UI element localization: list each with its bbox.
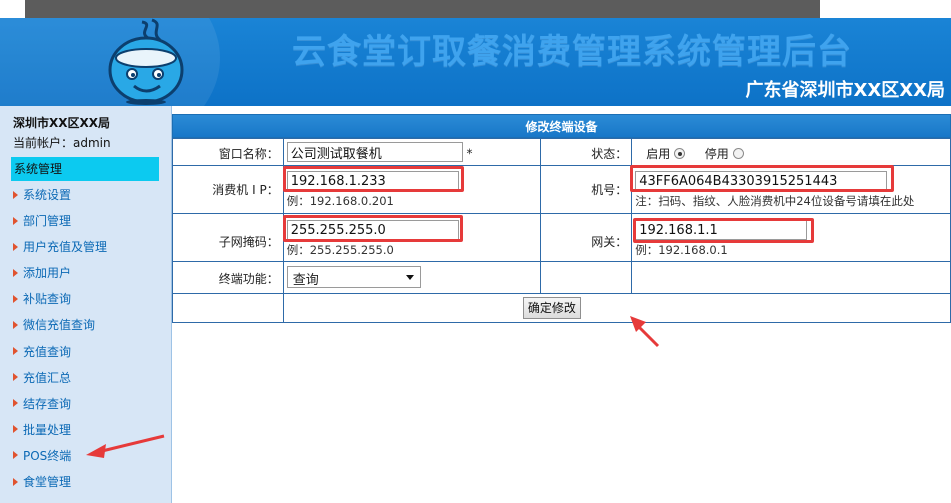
bullet-icon [13,451,18,460]
terminal-function-select[interactable]: 查询 [286,266,421,288]
required-mark: * [466,146,473,161]
gateway-input[interactable] [635,220,808,240]
status-enabled-label: 启用 [646,147,671,161]
sidebar-section-system[interactable]: 系统管理 [11,157,159,181]
edit-terminal-form: 窗口名称： * 状态： 启用 停用 消费机 I P： 例：192.168.0.2… [172,138,951,323]
sidebar-item-batch[interactable]: 批量处理 [13,421,163,447]
gateway-hint: 例：192.168.0.1 [635,243,728,257]
bullet-icon [13,425,18,434]
sidebar-item-recharge-summary[interactable]: 充值汇总 [13,369,163,395]
sidebar-item-balance-query[interactable]: 结存查询 [13,395,163,421]
sidebar-item-subsidy-query[interactable]: 补贴查询 [13,290,163,316]
top-bar [0,0,951,18]
status-label: 状态： [540,138,633,166]
current-account: 当前帐户：admin [13,136,111,150]
header-banner: 云食堂订取餐消费管理系统管理后台 广东省深圳市XX区XX局 [0,18,951,106]
sidebar-item-canteen[interactable]: 食堂管理 [13,473,163,499]
sidebar: 深圳市XX区XX局 当前帐户：admin 系统管理 系统设置 部门管理 用户充值… [0,106,172,503]
sidebar-item-departments[interactable]: 部门管理 [13,212,163,238]
organization-name: 广东省深圳市XX区XX局 [745,80,945,101]
confirm-edit-button[interactable]: 确定修改 [522,297,581,319]
bullet-icon [13,242,18,251]
sidebar-item-system-settings[interactable]: 系统设置 [13,186,163,212]
window-name-input[interactable] [286,142,463,162]
ip-hint: 例：192.168.0.201 [286,194,394,208]
sidebar-item-recharge-query[interactable]: 充值查询 [13,343,163,369]
bullet-icon [13,477,18,486]
status-disabled-radio[interactable] [732,148,744,159]
status-enabled-radio[interactable] [674,148,686,159]
sidebar-item-user-recharge[interactable]: 用户充值及管理 [13,238,163,264]
sidebar-item-pos-terminal[interactable]: POS终端 [13,447,163,473]
terminal-function-label: 终端功能： [172,261,284,294]
sidebar-menu: 系统设置 部门管理 用户充值及管理 添加用户 补贴查询 微信充值查询 充值查询 … [13,186,163,499]
machine-no-hint: 注：扫码、指纹、人脸消费机中24位设备号请填在此处 [635,194,915,208]
sidebar-org: 深圳市XX区XX局 [13,116,111,130]
window-name-label: 窗口名称： [172,138,284,166]
bullet-icon [13,320,18,329]
ip-label: 消费机 I P： [172,165,284,214]
sidebar-item-wechat-recharge[interactable]: 微信充值查询 [13,316,163,342]
ip-input[interactable] [286,171,459,191]
system-title: 云食堂订取餐消费管理系统管理后台 [292,32,852,72]
subnet-mask-input[interactable] [286,220,459,240]
gateway-label: 网关： [540,213,633,262]
subnet-mask-hint: 例：255.255.255.0 [286,243,394,257]
bullet-icon [13,268,18,277]
status-disabled-label: 停用 [704,147,729,161]
subnet-mask-label: 子网掩码： [172,213,284,262]
bullet-icon [13,347,18,356]
machine-no-label: 机号： [540,165,633,214]
canteen-logo-icon [108,18,184,105]
bullet-icon [13,216,18,225]
bullet-icon [13,294,18,303]
dropdown-caret-icon [405,275,414,280]
bullet-icon [13,373,18,382]
sidebar-item-add-user[interactable]: 添加用户 [13,264,163,290]
machine-no-input[interactable] [635,171,888,191]
bullet-icon [13,399,18,408]
bullet-icon [13,190,18,199]
panel-title: 修改终端设备 [172,114,951,138]
